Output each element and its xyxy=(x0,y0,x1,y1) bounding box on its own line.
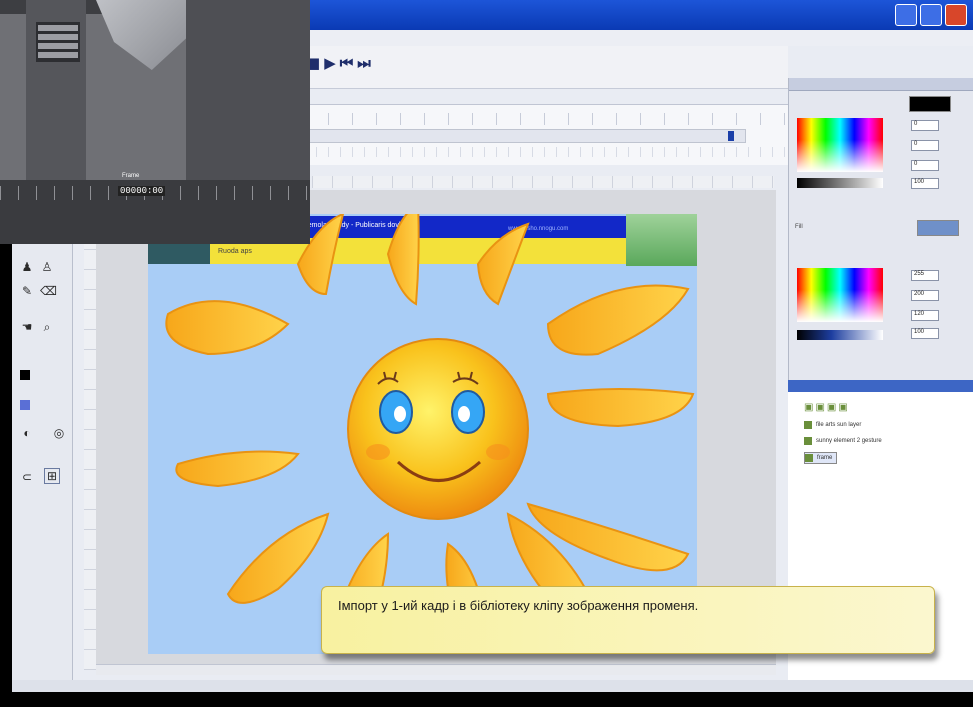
color-mixer-header xyxy=(789,78,973,91)
color-spectrum[interactable] xyxy=(797,118,883,172)
sun-face xyxy=(347,338,529,520)
smooth-icon[interactable]: ⊞ xyxy=(44,468,60,484)
library-item[interactable]: sunny element 2 gesture xyxy=(804,436,882,446)
timeline-ruler xyxy=(304,113,788,125)
library-toolbar-icons[interactable]: ▣▣▣▣ xyxy=(804,402,850,413)
window-controls xyxy=(895,4,967,26)
subtitle-caption: Імпорт у 1-ий кадр і в бібліотеку кліпу … xyxy=(321,586,935,654)
no-color-icon[interactable]: ◎ xyxy=(52,426,66,440)
fill-color-swatch[interactable] xyxy=(20,400,30,410)
inset-video-overlay: Frame 00000:00 xyxy=(0,0,310,244)
green-field-2[interactable]: 200 xyxy=(911,290,939,301)
close-icon[interactable] xyxy=(945,4,967,26)
inset-list xyxy=(36,22,80,62)
timeline-panel xyxy=(304,104,788,165)
zoom-icon[interactable]: ⌕ xyxy=(40,320,54,334)
fill-type-label: Fill xyxy=(795,224,803,230)
minimize-icon[interactable] xyxy=(895,4,917,26)
play-icon[interactable]: ▶ xyxy=(324,54,340,72)
fill-preview-swatch[interactable] xyxy=(917,220,959,236)
library-header xyxy=(788,380,973,392)
blue-field[interactable]: 0 xyxy=(911,160,939,171)
hand-icon[interactable]: ☚ xyxy=(20,320,34,334)
forward-icon[interactable]: ⏭ xyxy=(357,54,375,72)
library-item-selected[interactable]: frame xyxy=(804,452,838,464)
color-preview-swatch[interactable] xyxy=(909,96,951,112)
paint-bucket-icon[interactable]: ♟ xyxy=(20,260,34,274)
horizontal-ruler xyxy=(312,176,774,188)
playback-controls[interactable]: ■▶⏮⏭ xyxy=(306,54,375,72)
vertical-ruler xyxy=(84,190,96,670)
alpha-field[interactable]: 100 xyxy=(911,178,939,189)
alpha-field-2[interactable]: 100 xyxy=(911,328,939,339)
maximize-icon[interactable] xyxy=(920,4,942,26)
subtitle-text: Імпорт у 1-ий кадр і в бібліотеку кліпу … xyxy=(338,598,699,613)
horizontal-scrollbar[interactable] xyxy=(96,664,776,675)
library-item[interactable]: file arts sun layer xyxy=(804,420,861,430)
video-bottom-bar xyxy=(0,692,973,707)
snap-icon[interactable]: ⊂ xyxy=(20,470,34,484)
inset-3d-box xyxy=(96,0,186,70)
eyedropper-icon[interactable]: ✎ xyxy=(20,284,34,298)
stroke-color-swatch[interactable] xyxy=(20,370,30,380)
status-bar xyxy=(12,680,973,692)
tools-panel: ♟ ♙ ✎ ⌫ ☚ ⌕ ◐ ◎ ⊂ ⊞ xyxy=(12,240,73,680)
inset-right-panel xyxy=(186,0,310,190)
inset-frame-value: 00000:00 xyxy=(118,186,166,196)
brightness-slider-2[interactable] xyxy=(797,330,883,340)
timeline-layer-row[interactable] xyxy=(304,147,788,157)
color-spectrum-2[interactable] xyxy=(797,268,883,322)
brightness-slider[interactable] xyxy=(797,178,883,188)
swap-colors-icon[interactable]: ◐ xyxy=(20,426,34,440)
red-field[interactable]: 0 xyxy=(911,120,939,131)
rewind-icon[interactable]: ⏮ xyxy=(340,54,358,72)
green-field[interactable]: 0 xyxy=(911,140,939,151)
eraser-icon[interactable]: ⌫ xyxy=(40,284,57,298)
ink-bottle-icon[interactable]: ♙ xyxy=(40,260,54,274)
blue-field-2[interactable]: 120 xyxy=(911,310,939,321)
inset-frame-label: Frame xyxy=(122,173,140,179)
red-field-2[interactable]: 255 xyxy=(911,270,939,281)
playhead[interactable] xyxy=(728,131,734,141)
timeline-track[interactable] xyxy=(304,129,746,143)
